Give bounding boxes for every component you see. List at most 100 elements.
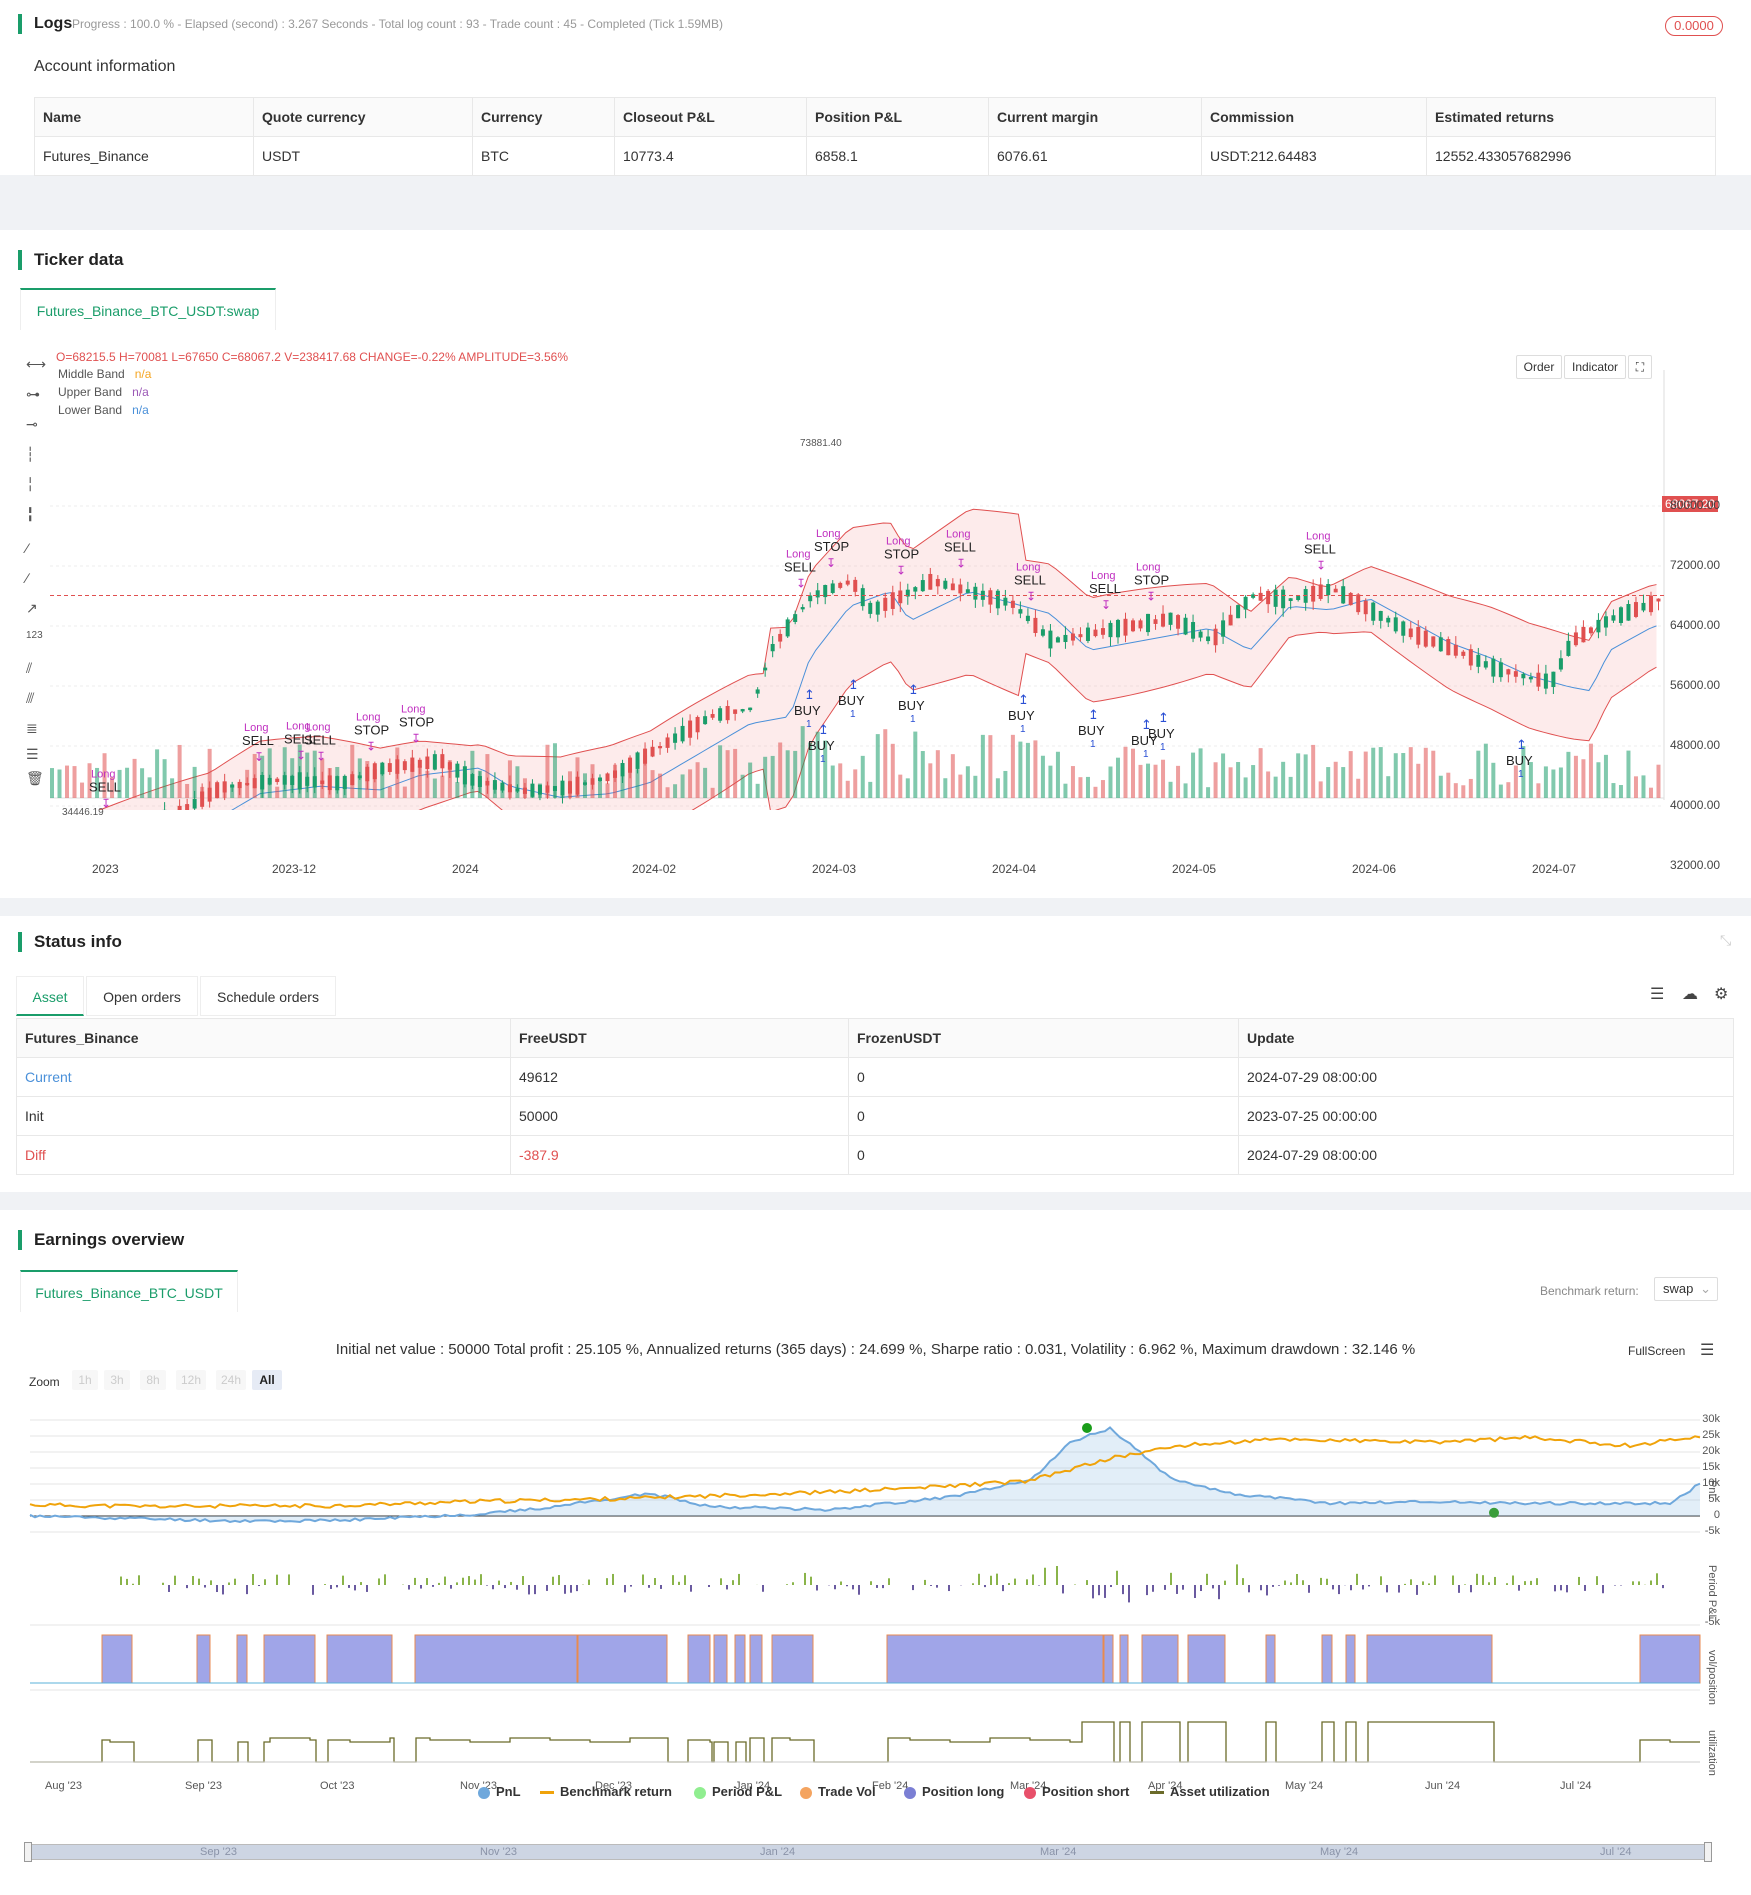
- candle-body: [1153, 619, 1158, 624]
- trade-label: SELL: [784, 559, 816, 574]
- legend-item[interactable]: Trade Vol: [800, 1784, 876, 1799]
- asset-cell: 50000: [510, 1096, 849, 1136]
- volume-bar: [177, 744, 182, 798]
- benchmark-select[interactable]: swap ⌄: [1654, 1277, 1718, 1301]
- candle-body: [1123, 618, 1128, 636]
- candle-body: [1198, 631, 1203, 638]
- tab-open-orders[interactable]: Open orders: [86, 976, 198, 1016]
- period-pnl-bar: [1290, 1582, 1292, 1585]
- period-pnl-bar: [1026, 1579, 1028, 1585]
- candle-body: [237, 782, 242, 789]
- period-pnl-bar: [1110, 1585, 1112, 1588]
- period-pnl-bar: [438, 1582, 440, 1585]
- axis-title: Period P&L: [1706, 1565, 1718, 1621]
- fullscreen-button[interactable]: FullScreen: [1628, 1344, 1685, 1358]
- candle-body: [485, 780, 490, 786]
- sell-arrow-icon: ↧: [296, 748, 306, 762]
- volume-bar: [1243, 777, 1248, 798]
- ticker-tab[interactable]: Futures_Binance_BTC_USDT:swap: [20, 288, 276, 330]
- candle-body: [1206, 636, 1211, 642]
- volume-bar: [1303, 754, 1308, 798]
- zoom-1h-button[interactable]: 1h: [72, 1370, 98, 1390]
- candle-body: [943, 580, 948, 589]
- asset-header: FreeUSDT: [510, 1018, 849, 1058]
- period-pnl-bar: [174, 1575, 176, 1585]
- candle-body: [1596, 619, 1601, 633]
- period-pnl-bar: [786, 1584, 788, 1585]
- row-label-diff: Diff: [16, 1135, 511, 1175]
- account-cell: Futures_Binance: [34, 136, 254, 176]
- volume-bar: [1153, 764, 1158, 798]
- buy-arrow-icon: ↥: [848, 677, 859, 692]
- legend-item[interactable]: PnL: [478, 1784, 521, 1799]
- candle-body: [312, 776, 317, 788]
- candle-body: [770, 643, 775, 652]
- earnings-chart[interactable]: [0, 1400, 1751, 1800]
- trade-label: SELL: [242, 733, 274, 748]
- zoom-24h-button[interactable]: 24h: [216, 1370, 246, 1390]
- legend-item[interactable]: Position short: [1024, 1784, 1129, 1799]
- zoom-3h-button[interactable]: 3h: [104, 1370, 130, 1390]
- legend-label: PnL: [496, 1784, 521, 1799]
- menu-icon[interactable]: ☰: [1700, 1340, 1714, 1360]
- period-pnl-bar: [888, 1578, 890, 1585]
- zoom-all-button[interactable]: All: [252, 1370, 282, 1390]
- period-pnl-bar: [570, 1585, 572, 1593]
- volume-bar: [965, 766, 970, 798]
- tab-asset[interactable]: Asset: [16, 976, 84, 1016]
- position-block: [577, 1634, 668, 1684]
- legend-item[interactable]: Period P&L: [694, 1784, 782, 1799]
- legend-item[interactable]: Position long: [904, 1784, 1004, 1799]
- volume-bar: [1040, 755, 1045, 798]
- zoom-8h-button[interactable]: 8h: [140, 1370, 166, 1390]
- row-label-current[interactable]: Current: [16, 1057, 511, 1097]
- legend-item[interactable]: Benchmark return: [540, 1784, 672, 1799]
- period-pnl-bar: [804, 1572, 806, 1585]
- volume-bar: [650, 770, 655, 798]
- candle-body: [417, 759, 422, 768]
- trade-label: SELL: [1014, 573, 1046, 588]
- navigator-handle-right[interactable]: [1704, 1842, 1712, 1862]
- list-icon[interactable]: ☰: [1650, 984, 1664, 1004]
- period-pnl-bar: [732, 1580, 734, 1585]
- candle-body: [800, 607, 805, 610]
- candle-body: [357, 775, 362, 779]
- zoom-label: Zoom: [29, 1375, 60, 1389]
- navigator-handle-left[interactable]: [24, 1842, 32, 1862]
- candle-body: [883, 597, 888, 611]
- position-block: [1187, 1634, 1226, 1684]
- volume-bar: [1213, 762, 1218, 798]
- candle-body: [215, 782, 220, 799]
- volume-bar: [1573, 755, 1578, 798]
- candle-body: [793, 614, 798, 623]
- candle-body: [1378, 610, 1383, 621]
- period-pnl-bar: [1128, 1585, 1130, 1603]
- candlestick-chart[interactable]: LongSELL↧LongSELL↧LongSELL↧LongSELL↧Long…: [0, 370, 1751, 810]
- zoom-12h-button[interactable]: 12h: [176, 1370, 206, 1390]
- earnings-tab[interactable]: Futures_Binance_BTC_USDT: [20, 1270, 238, 1312]
- candle-body: [1626, 604, 1631, 621]
- candle-body: [1236, 605, 1241, 619]
- navigator-scrollbar[interactable]: [26, 1844, 1712, 1860]
- candle-body: [507, 784, 512, 793]
- legend-item[interactable]: Asset utilization: [1150, 1784, 1270, 1799]
- earnings-section: Earnings overview Futures_Binance_BTC_US…: [0, 1210, 1751, 1895]
- gear-icon[interactable]: ⚙: [1714, 984, 1728, 1004]
- volume-bar: [455, 782, 460, 798]
- period-pnl-bar: [1380, 1576, 1382, 1585]
- volume-bar: [860, 755, 865, 798]
- candle-body: [1468, 649, 1473, 666]
- volume-bar: [1318, 781, 1323, 798]
- candle-body: [200, 791, 205, 807]
- candle-body: [1408, 628, 1413, 638]
- navigator-tick: Jan '24: [760, 1846, 796, 1858]
- period-pnl-bar: [384, 1574, 386, 1585]
- volume-bar: [1446, 772, 1451, 798]
- collapse-icon[interactable]: ⤡: [1720, 932, 1731, 949]
- sell-arrow-icon: ↧: [956, 557, 966, 571]
- trade-label: STOP: [354, 723, 389, 738]
- cloud-icon[interactable]: ☁: [1682, 984, 1698, 1004]
- candle-body: [1543, 673, 1548, 689]
- candle-body: [1213, 628, 1218, 646]
- tab-schedule-orders[interactable]: Schedule orders: [200, 976, 336, 1016]
